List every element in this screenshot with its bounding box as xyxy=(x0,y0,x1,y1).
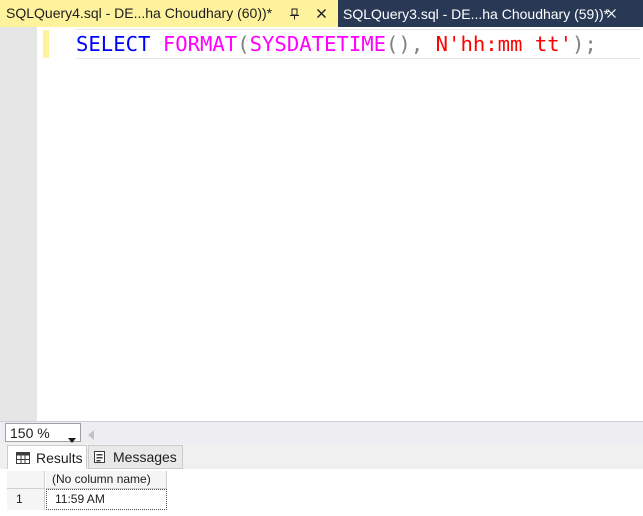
grid-icon xyxy=(16,451,30,464)
tab-messages-label: Messages xyxy=(113,449,177,465)
tab-sqlquery4[interactable]: SQLQuery4.sql - DE...ha Choudhary (60))* xyxy=(0,0,338,27)
results-grid[interactable]: (No column name) 1 11:59 AM xyxy=(0,469,643,516)
results-pane: Results Messages (No column name) 1 11:5… xyxy=(0,443,643,516)
tab-title: SQLQuery4.sql - DE...ha Choudhary (60))* xyxy=(6,4,273,21)
messages-icon xyxy=(93,450,107,464)
editor-margin xyxy=(0,27,37,421)
close-icon[interactable] xyxy=(602,0,620,27)
close-icon[interactable] xyxy=(312,0,330,27)
function-sysdatetime: SYSDATETIME xyxy=(249,32,387,56)
result-cell[interactable]: 11:59 AM xyxy=(46,489,167,510)
zoom-dropdown[interactable]: 150 % xyxy=(5,423,81,443)
unsaved-change-indicator xyxy=(43,30,49,58)
document-tab-strip: SQLQuery4.sql - DE...ha Choudhary (60))*… xyxy=(0,0,643,27)
editor-status-bar: 150 % xyxy=(0,421,643,443)
punctuation: ( xyxy=(237,32,250,56)
column-header[interactable]: (No column name) xyxy=(46,471,167,489)
string-literal: N'hh:mm tt' xyxy=(435,32,573,56)
tab-results[interactable]: Results xyxy=(7,445,87,469)
code-line-1[interactable]: SELECT FORMAT(SYSDATETIME(), N'hh:mm tt'… xyxy=(76,29,640,59)
query-editor[interactable]: SELECT FORMAT(SYSDATETIME(), N'hh:mm tt'… xyxy=(0,27,643,421)
tab-sqlquery3[interactable]: SQLQuery3.sql - DE...ha Choudhary (59))* xyxy=(338,0,643,27)
tab-messages[interactable]: Messages xyxy=(88,445,183,469)
tab-results-label: Results xyxy=(36,449,83,466)
punctuation: ); xyxy=(572,32,597,56)
grid-corner[interactable] xyxy=(7,471,45,489)
function-format: FORMAT xyxy=(162,32,238,56)
keyword-select: SELECT xyxy=(76,32,151,56)
tab-title: SQLQuery3.sql - DE...ha Choudhary (59))* xyxy=(343,5,610,22)
punctuation: , xyxy=(410,32,424,56)
zoom-value: 150 % xyxy=(10,425,50,441)
punctuation: () xyxy=(386,32,411,56)
row-header[interactable]: 1 xyxy=(7,489,45,510)
pin-icon[interactable] xyxy=(286,0,304,27)
results-tab-bar: Results Messages xyxy=(0,443,643,469)
